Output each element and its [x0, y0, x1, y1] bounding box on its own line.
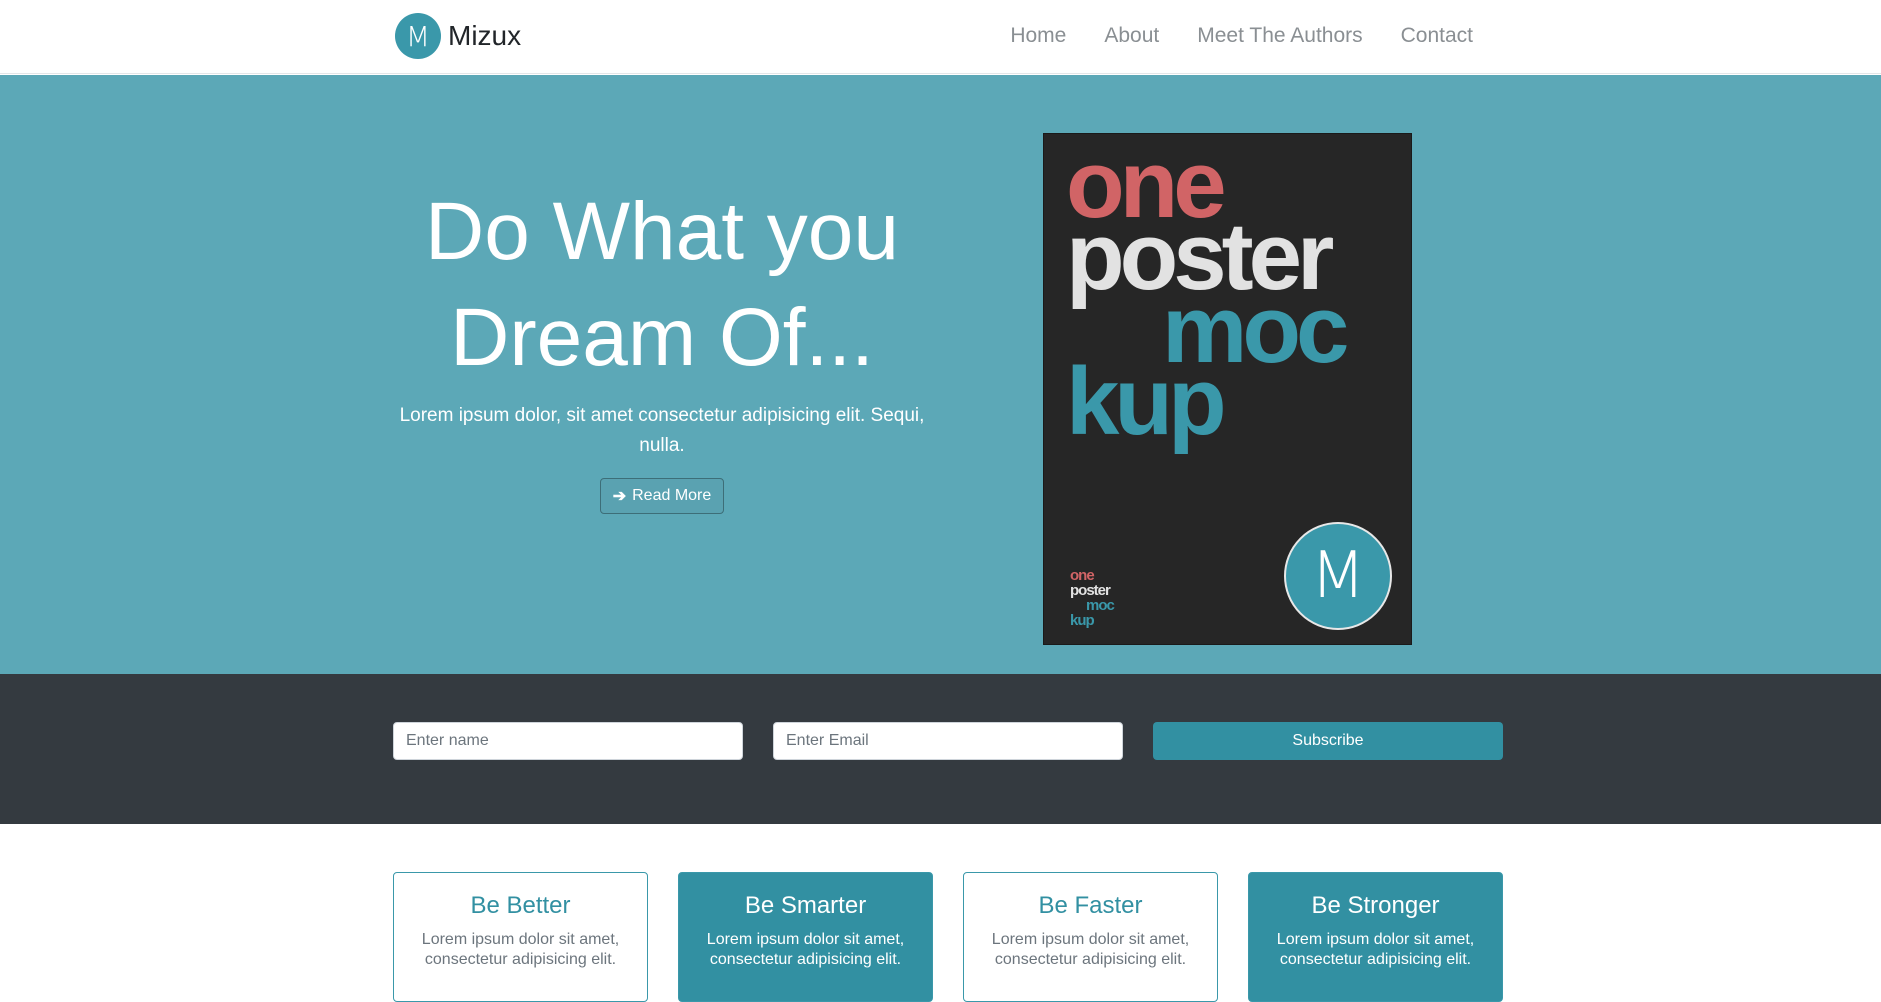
nav-meet-the-authors[interactable]: Meet The Authors	[1197, 24, 1362, 48]
feature-card: Be Better Lorem ipsum dolor sit amet, co…	[393, 872, 648, 1002]
hero-subtitle: Lorem ipsum dolor, sit amet consectetur …	[399, 405, 925, 456]
subscribe-section: Subscribe	[0, 674, 1881, 824]
card-title: Be Smarter	[744, 892, 867, 919]
brand-logo[interactable]: M	[395, 13, 441, 59]
poster-m-logo: M	[1284, 522, 1392, 630]
poster-mini-logo: one poster moc kup	[1070, 567, 1115, 629]
hero-title: Do What you Dream Of...	[395, 179, 929, 391]
hero-title-line-2: Dream Of...	[450, 292, 874, 383]
card-title: Be Stronger	[1311, 892, 1440, 919]
nav-about[interactable]: About	[1104, 24, 1159, 48]
poster-mini-poster: poster	[1070, 582, 1111, 599]
navbar: M Mizux Home About Meet The Authors Cont…	[0, 0, 1881, 74]
feature-card: Be Smarter Lorem ipsum dolor sit amet, c…	[678, 872, 933, 1002]
main-nav: Home About Meet The Authors Contact	[1010, 24, 1473, 48]
nav-contact[interactable]: Contact	[1401, 24, 1473, 48]
hero-section: Do What you Dream Of... Lorem ipsum dolo…	[0, 75, 1881, 674]
brand-name[interactable]: Mizux	[448, 20, 521, 52]
read-more-label: Read More	[632, 487, 712, 504]
card-body: Lorem ipsum dolor sit amet, consectetur …	[421, 931, 620, 968]
nav-home[interactable]: Home	[1010, 24, 1066, 48]
card-title: Be Faster	[1038, 892, 1143, 919]
feature-card: Be Stronger Lorem ipsum dolor sit amet, …	[1248, 872, 1503, 1002]
arrow-right-icon: ➔	[612, 488, 627, 505]
brand[interactable]: M Mizux	[395, 13, 521, 59]
card-title: Be Better	[470, 892, 571, 919]
poster-mini-moc: moc	[1086, 597, 1115, 614]
card-body: Lorem ipsum dolor sit amet, consectetur …	[706, 931, 905, 968]
poster-word-kup: kup	[1066, 348, 1227, 455]
hero-title-line-1: Do What you	[425, 186, 899, 277]
poster-mini-one: one	[1070, 567, 1095, 584]
name-input[interactable]	[393, 722, 743, 760]
card-body: Lorem ipsum dolor sit amet, consectetur …	[1276, 931, 1475, 968]
hero-text: Do What you Dream Of... Lorem ipsum dolo…	[395, 179, 929, 514]
feature-cards: Be Better Lorem ipsum dolor sit amet, co…	[393, 872, 1503, 1002]
poster-mini-kup: kup	[1070, 612, 1095, 629]
card-body: Lorem ipsum dolor sit amet, consectetur …	[991, 931, 1190, 968]
email-input[interactable]	[773, 722, 1123, 760]
subscribe-button[interactable]: Subscribe	[1153, 722, 1503, 760]
poster-image: one poster moc kup one poster moc kup M	[1043, 133, 1412, 645]
feature-card: Be Faster Lorem ipsum dolor sit amet, co…	[963, 872, 1218, 1002]
read-more-button[interactable]: ➔ Read More	[599, 478, 725, 514]
